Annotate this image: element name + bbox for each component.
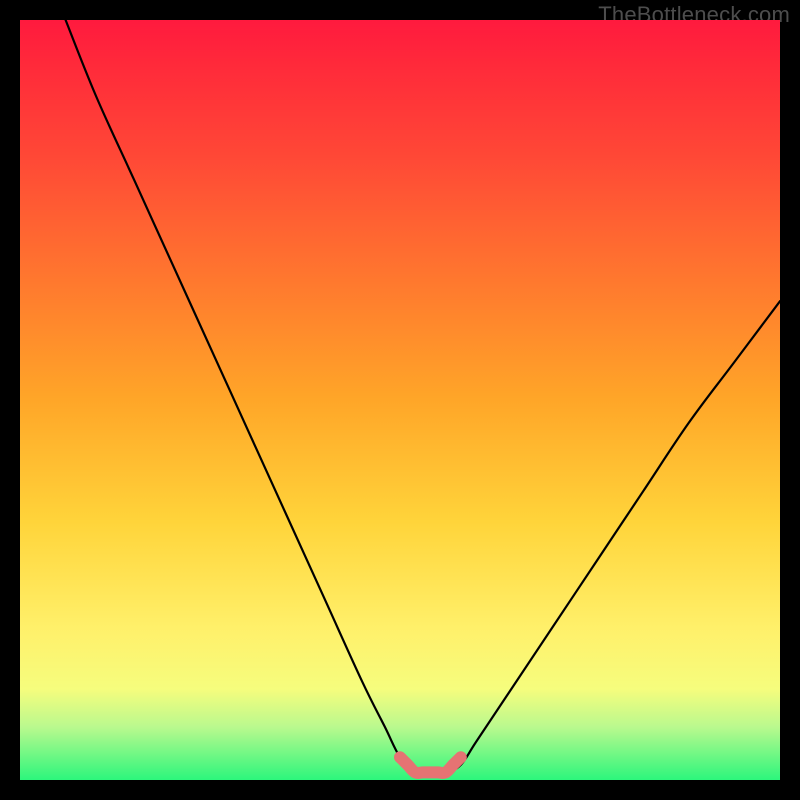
chart-frame: TheBottleneck.com [0, 0, 800, 800]
chart-svg [20, 20, 780, 780]
plot-area [20, 20, 780, 780]
bottleneck-curve-line [66, 20, 780, 774]
optimal-range-marker-line [400, 757, 461, 773]
